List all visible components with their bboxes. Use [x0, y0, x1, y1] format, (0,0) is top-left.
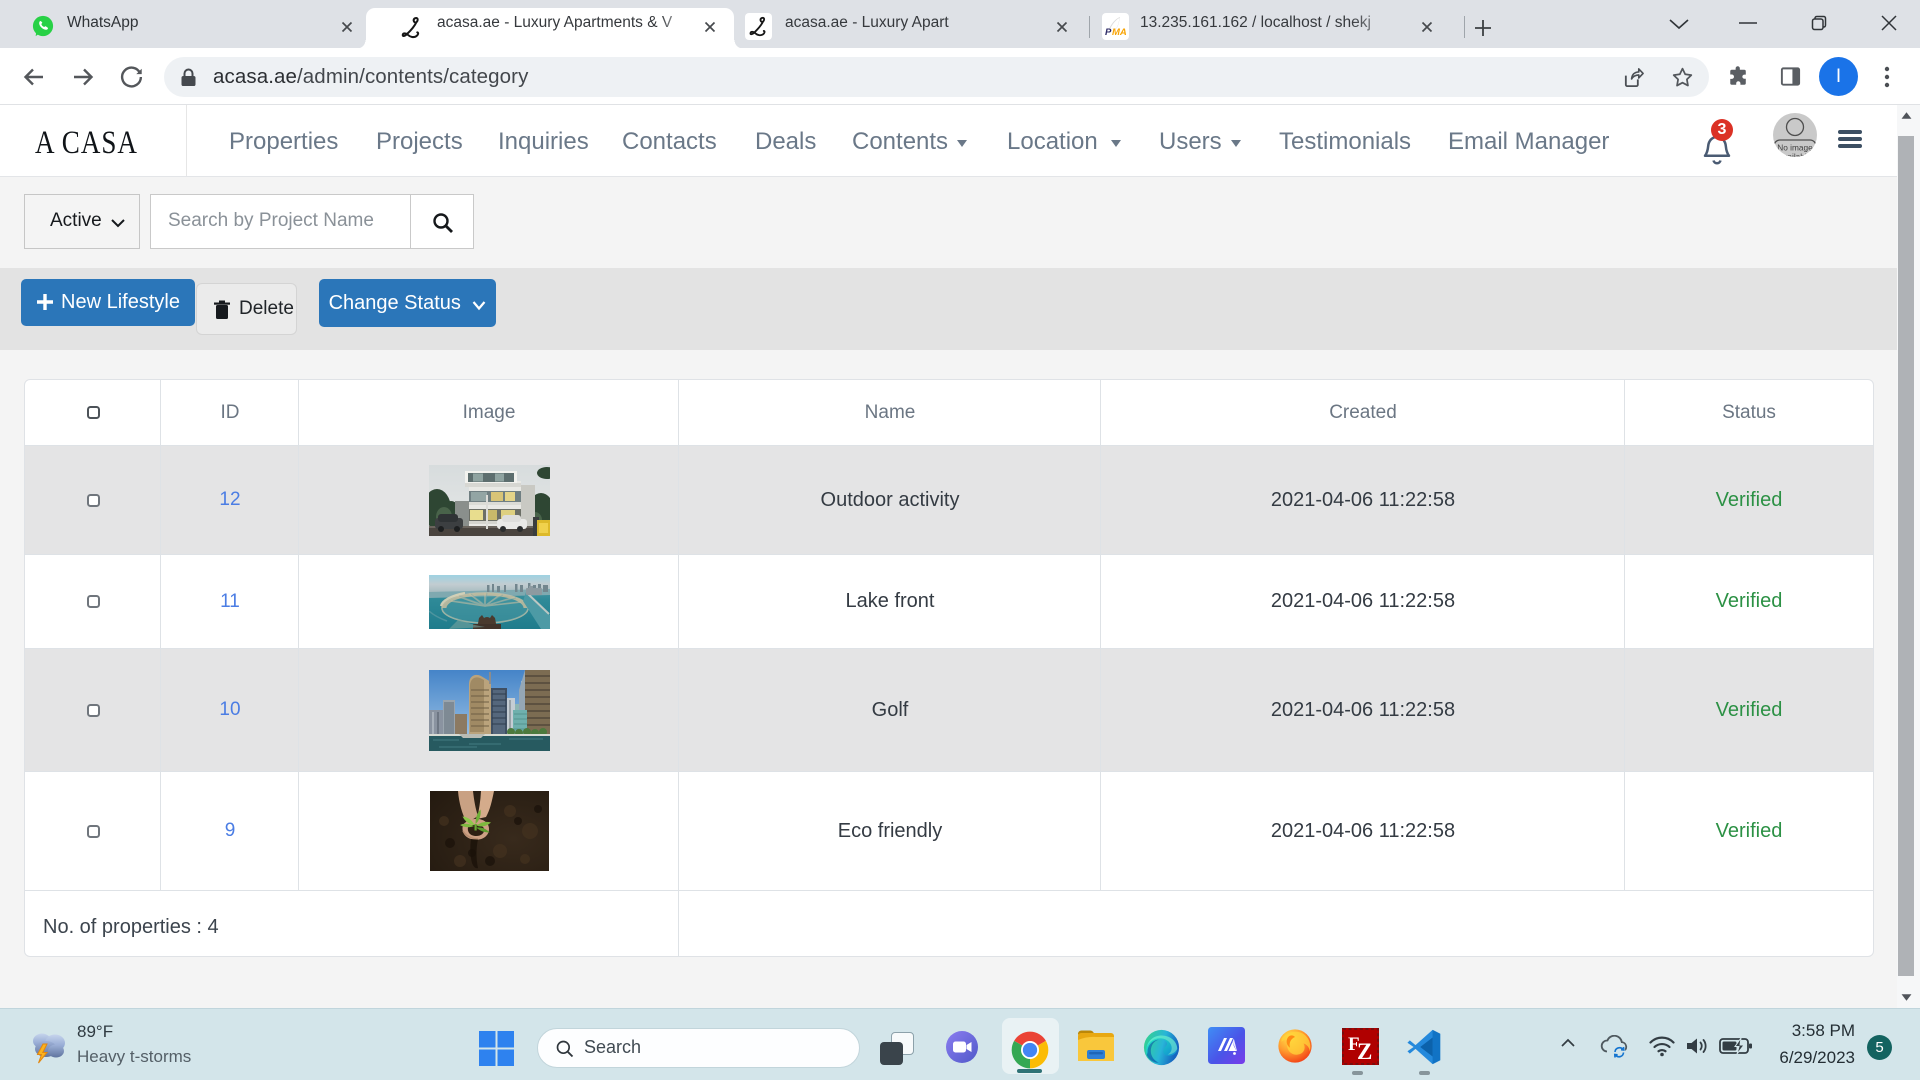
svg-text:MA: MA	[1112, 27, 1127, 38]
svg-text:Z: Z	[1357, 1039, 1372, 1064]
svg-text:available: available	[1779, 152, 1812, 158]
svg-text:P: P	[1105, 27, 1112, 38]
